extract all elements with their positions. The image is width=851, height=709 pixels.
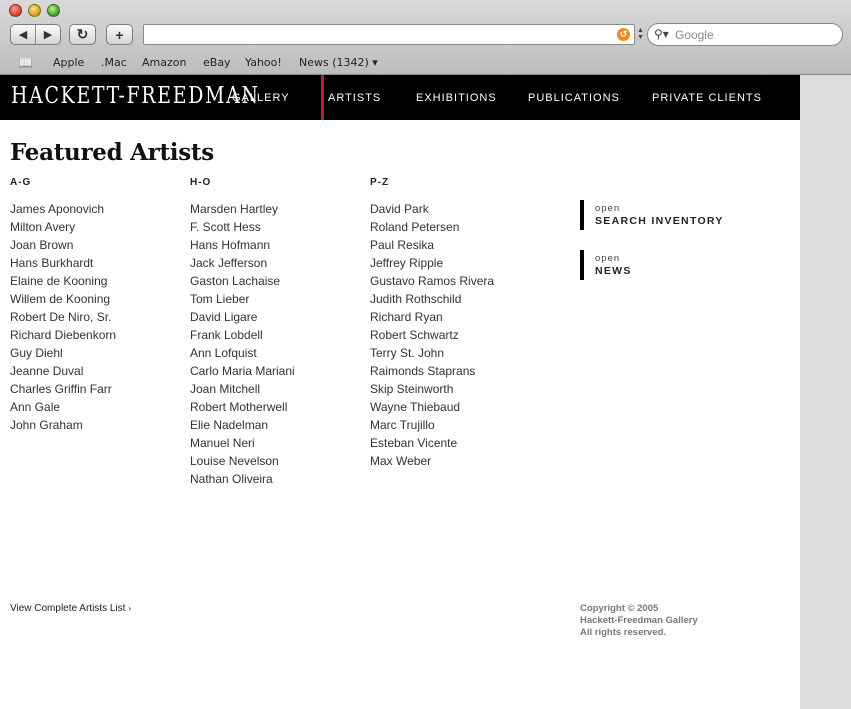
- active-nav-marker: [321, 75, 324, 120]
- address-dropdown-icon[interactable]: ▲ ▼: [637, 27, 644, 41]
- artist-link[interactable]: David Ligare: [190, 308, 295, 326]
- add-bookmark-icon[interactable]: +: [106, 24, 133, 45]
- artist-link[interactable]: Max Weber: [370, 452, 494, 470]
- artist-link[interactable]: Paul Resika: [370, 236, 494, 254]
- bookmarks-bar: 📖 Apple .Mac Amazon eBay Yahoo! News (13…: [0, 53, 851, 73]
- bookmark-apple[interactable]: Apple: [53, 56, 84, 69]
- bookmark-yahoo[interactable]: Yahoo!: [245, 56, 282, 69]
- view-complete-artists-label: View Complete Artists List: [10, 603, 126, 614]
- artist-link[interactable]: Guy Diehl: [10, 344, 116, 362]
- artist-link[interactable]: Carlo Maria Mariani: [190, 362, 295, 380]
- view-complete-artists-link[interactable]: View Complete Artists List ›: [10, 603, 131, 614]
- browser-toolbar: ◀ ▶ ↻ + ↺ ▲ ▼ ⚲▾ Google 📖 Apple .Mac Amaz…: [0, 0, 851, 75]
- nav-publications[interactable]: PUBLICATIONS: [528, 92, 620, 104]
- nav-private-clients[interactable]: PRIVATE CLIENTS: [652, 92, 762, 104]
- artist-link[interactable]: Raimonds Staprans: [370, 362, 494, 380]
- artist-link[interactable]: Ann Gale: [10, 398, 116, 416]
- column-heading-p-z: P-Z: [370, 177, 390, 188]
- news-link[interactable]: open NEWS: [580, 250, 632, 280]
- nav-exhibitions[interactable]: EXHIBITIONS: [416, 92, 497, 104]
- artist-link[interactable]: Louise Nevelson: [190, 452, 295, 470]
- window-controls: [9, 4, 60, 17]
- zoom-window-button[interactable]: [47, 4, 60, 17]
- minimize-window-button[interactable]: [28, 4, 41, 17]
- copyright-line: Hackett-Freedman Gallery: [580, 615, 698, 626]
- artist-link[interactable]: Roland Petersen: [370, 218, 494, 236]
- search-inventory-open-label: open: [595, 203, 621, 214]
- bookmarks-book-icon[interactable]: 📖: [18, 56, 33, 70]
- artist-link[interactable]: Joan Brown: [10, 236, 116, 254]
- column-heading-a-g: A-G: [10, 177, 32, 188]
- snapback-icon[interactable]: ↺: [617, 28, 630, 41]
- artist-link[interactable]: Hans Hofmann: [190, 236, 295, 254]
- close-window-button[interactable]: [9, 4, 22, 17]
- column-heading-h-o: H-O: [190, 177, 212, 188]
- search-inventory-link[interactable]: open SEARCH INVENTORY: [580, 200, 724, 230]
- artist-link[interactable]: Jeanne Duval: [10, 362, 116, 380]
- artist-link[interactable]: Skip Steinworth: [370, 380, 494, 398]
- address-bar[interactable]: ↺: [143, 24, 635, 45]
- artist-column-p-z: David Park Roland Petersen Paul Resika Jeff…: [370, 200, 494, 470]
- nav-gallery[interactable]: GALLERY: [232, 92, 290, 104]
- artist-link[interactable]: Robert De Niro, Sr.: [10, 308, 116, 326]
- back-icon[interactable]: ◀: [11, 25, 36, 44]
- artist-link[interactable]: Marc Trujillo: [370, 416, 494, 434]
- search-input[interactable]: ⚲▾ Google: [647, 23, 843, 46]
- artist-link[interactable]: Hans Burkhardt: [10, 254, 116, 272]
- page-title: Featured Artists: [10, 139, 214, 166]
- artist-link[interactable]: Ann Lofquist: [190, 344, 295, 362]
- search-placeholder: Google: [675, 28, 714, 42]
- site-header: HACKETT-FREEDMAN GALLERY ARTISTS EXHIBIT…: [0, 75, 800, 120]
- copyright-line: All rights reserved.: [580, 627, 667, 638]
- artist-link[interactable]: Esteban Vicente: [370, 434, 494, 452]
- nav-artists[interactable]: ARTISTS: [328, 92, 381, 104]
- artist-link[interactable]: Wayne Thiebaud: [370, 398, 494, 416]
- artist-link[interactable]: Marsden Hartley: [190, 200, 295, 218]
- artist-link[interactable]: Willem de Kooning: [10, 290, 116, 308]
- forward-icon[interactable]: ▶: [36, 25, 60, 44]
- news-label: NEWS: [595, 265, 632, 277]
- search-icon[interactable]: ⚲▾: [654, 27, 669, 41]
- bookmark-ebay[interactable]: eBay: [203, 56, 231, 69]
- artist-link[interactable]: Frank Lobdell: [190, 326, 295, 344]
- gallery-logo[interactable]: HACKETT-FREEDMAN: [11, 83, 260, 109]
- artist-link[interactable]: Joan Mitchell: [190, 380, 295, 398]
- artist-link[interactable]: Elie Nadelman: [190, 416, 295, 434]
- artist-link[interactable]: James Aponovich: [10, 200, 116, 218]
- artist-link[interactable]: Robert Motherwell: [190, 398, 295, 416]
- artist-link[interactable]: Nathan Oliveira: [190, 470, 295, 488]
- artist-link[interactable]: Robert Schwartz: [370, 326, 494, 344]
- artist-column-h-o: Marsden Hartley F. Scott Hess Hans Hofmann…: [190, 200, 295, 488]
- artist-link[interactable]: Richard Diebenkorn: [10, 326, 116, 344]
- artist-link[interactable]: F. Scott Hess: [190, 218, 295, 236]
- artist-column-a-g: James Aponovich Milton Avery Joan Brown Han…: [10, 200, 116, 434]
- bookmark-amazon[interactable]: Amazon: [142, 56, 186, 69]
- artist-link[interactable]: Jeffrey Ripple: [370, 254, 494, 272]
- back-forward-group: ◀ ▶: [10, 24, 61, 45]
- artist-link[interactable]: David Park: [370, 200, 494, 218]
- artist-link[interactable]: Judith Rothschild: [370, 290, 494, 308]
- artist-link[interactable]: Gustavo Ramos Rivera: [370, 272, 494, 290]
- artist-link[interactable]: Jack Jefferson: [190, 254, 295, 272]
- bookmark-mac[interactable]: .Mac: [101, 56, 127, 69]
- artist-link[interactable]: Richard Ryan: [370, 308, 494, 326]
- artist-link[interactable]: Milton Avery: [10, 218, 116, 236]
- reload-icon[interactable]: ↻: [69, 24, 96, 45]
- artist-link[interactable]: Tom Lieber: [190, 290, 295, 308]
- page-margin: [800, 75, 851, 709]
- copyright-notice: Copyright © 2005 Hackett-Freedman Galler…: [580, 603, 698, 639]
- search-inventory-label: SEARCH INVENTORY: [595, 215, 724, 227]
- artist-link[interactable]: Gaston Lachaise: [190, 272, 295, 290]
- artist-link[interactable]: Terry St. John: [370, 344, 494, 362]
- artist-link[interactable]: Elaine de Kooning: [10, 272, 116, 290]
- bookmark-news[interactable]: News (1342) ▾: [299, 56, 378, 69]
- chevron-right-icon: ›: [128, 604, 132, 613]
- news-open-label: open: [595, 253, 621, 264]
- artist-link[interactable]: Charles Griffin Farr: [10, 380, 116, 398]
- copyright-line: Copyright © 2005: [580, 603, 659, 614]
- artist-link[interactable]: Manuel Neri: [190, 434, 295, 452]
- artist-link[interactable]: John Graham: [10, 416, 116, 434]
